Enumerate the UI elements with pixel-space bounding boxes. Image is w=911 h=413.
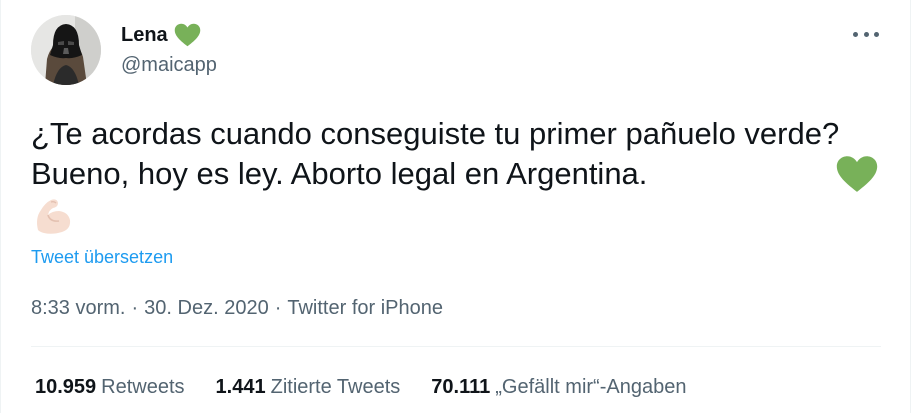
divider — [31, 346, 881, 347]
quote-tweets-count: 1.441 — [215, 376, 266, 398]
display-name[interactable]: Lena — [121, 22, 168, 48]
meta-separator: · — [274, 297, 282, 319]
tweet-card: Lena @maicapp ¿Te acordas cuando consegu… — [0, 0, 911, 413]
quote-tweets-label: Zitierte Tweets — [270, 376, 401, 398]
retweets-label: Retweets — [101, 376, 185, 398]
flexed-biceps-icon — [32, 196, 74, 236]
likes-stat[interactable]: 70.111 „Gefällt mir“-Angaben — [431, 374, 686, 400]
retweets-stat[interactable]: 10.959 Retweets — [35, 374, 185, 400]
likes-count: 70.111 — [431, 376, 491, 398]
dot — [863, 31, 869, 37]
dot — [853, 31, 858, 37]
likes-label: „Gefällt mir“-Angaben — [495, 376, 687, 398]
tweet-time[interactable]: 8:33 vorm. — [31, 297, 125, 319]
tweet-text: ¿Te acordas cuando conseguiste tu primer… — [31, 116, 840, 191]
retweets-count: 10.959 — [35, 376, 97, 398]
meta-separator: · — [131, 297, 139, 319]
user-name-row[interactable]: Lena — [121, 22, 201, 48]
translate-tweet-link[interactable]: Tweet übersetzen — [31, 246, 173, 268]
green-heart-icon — [174, 23, 201, 47]
tweet-date[interactable]: 30. Dez. 2020 — [144, 297, 269, 319]
more-options-icon[interactable] — [853, 24, 879, 44]
tweet-stats: 10.959 Retweets 1.441 Zitierte Tweets 70… — [35, 374, 686, 400]
quote-tweets-stat[interactable]: 1.441 Zitierte Tweets — [216, 374, 401, 400]
user-handle[interactable]: @maicapp — [121, 52, 217, 78]
dot — [874, 31, 879, 37]
tweet-meta: 8:33 vorm. · 30. Dez. 2020 · Twitter for iPh… — [31, 295, 443, 321]
green-heart-icon — [835, 155, 879, 193]
avatar-image — [31, 15, 101, 85]
tweet-source[interactable]: Twitter for iPhone — [287, 297, 443, 319]
avatar[interactable] — [31, 15, 101, 85]
